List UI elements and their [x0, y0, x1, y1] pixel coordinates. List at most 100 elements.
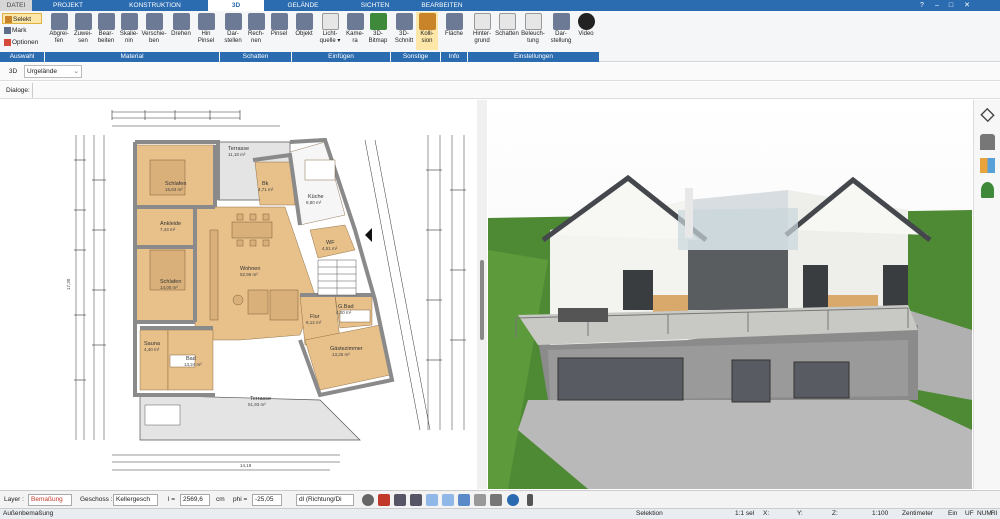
lichtquelle-button[interactable]: Licht-quelle ▾	[318, 12, 342, 45]
room-area-bad: 13,24 m²	[184, 362, 202, 367]
material-catalog-icon[interactable]	[980, 158, 995, 173]
hin-pinsel-button[interactable]: Hin Pinsel	[195, 12, 217, 45]
restore-button[interactable]: □	[946, 1, 956, 10]
dl-select[interactable]: dl (Richtung/Di	[296, 494, 354, 506]
plan-scrollbar[interactable]	[477, 100, 487, 489]
minimize-button[interactable]: –	[932, 1, 942, 10]
scrollbar-thumb[interactable]	[480, 260, 484, 340]
flaeche-button[interactable]: Fläche	[443, 12, 465, 38]
darstellung-label: Dar-stellung	[550, 31, 572, 44]
driveway	[518, 400, 972, 489]
beleuchtung-label: Beleuch-tung	[521, 31, 545, 44]
darstellen-label: Dar-stellen	[224, 31, 242, 44]
zuweisen-button[interactable]: Zuwei-sen	[72, 12, 94, 45]
room-area-gaestezimmer: 13,25 m²	[332, 352, 350, 357]
tab-gelaende[interactable]: GELÄNDE	[275, 0, 331, 11]
glass-roof	[678, 208, 798, 250]
schatten-darstellen-button[interactable]: Dar-stellen	[222, 12, 244, 45]
hintergrund-label: Hinter-grund	[472, 31, 491, 44]
layer-select[interactable]: Bemaßung	[28, 494, 72, 506]
status-x: X:	[763, 510, 770, 517]
north-icon[interactable]	[507, 494, 519, 506]
optionen-button[interactable]: Optionen	[2, 37, 42, 48]
tool-icon-2[interactable]	[410, 494, 422, 506]
abgreifen-button[interactable]: Abgrei-fen	[48, 12, 70, 45]
tool-icon-5[interactable]	[458, 494, 470, 506]
view-mode-label: 3D	[8, 68, 18, 75]
length-input[interactable]: 2569,6	[180, 494, 210, 506]
tab-sichten[interactable]: SICHTEN	[350, 0, 400, 11]
skalieren-label: Skalie-nin	[119, 31, 139, 44]
grid-icon[interactable]	[490, 494, 502, 506]
clock-icon[interactable]	[362, 494, 374, 506]
scale-icon	[120, 13, 138, 30]
group-material: Material	[45, 52, 219, 62]
kamera-button[interactable]: Kame-ra	[344, 12, 366, 45]
screen-icon[interactable]	[378, 494, 390, 506]
lichtquelle-label: Licht-quelle ▾	[319, 31, 341, 44]
plant-catalog-icon[interactable]	[981, 182, 994, 198]
objekt-button[interactable]: Objekt	[293, 12, 315, 38]
phi-input[interactable]: -25,05	[252, 494, 282, 506]
bearbeiten-button[interactable]: Bear-beiten	[95, 12, 117, 45]
house-icon	[473, 13, 491, 30]
video-button[interactable]: Video	[575, 12, 597, 38]
room-area-gbad: 4,00 m²	[336, 310, 352, 315]
more-icon[interactable]	[527, 494, 533, 506]
length-unit: cm	[216, 496, 225, 503]
tool-icon-1[interactable]	[394, 494, 406, 506]
verschieben-button[interactable]: Verschie-ben	[141, 12, 167, 45]
close-button[interactable]: ✕	[962, 1, 972, 10]
schatten-rechnen-button[interactable]: Rech-nen	[245, 12, 267, 45]
schatten-pinsel-button[interactable]: Pinsel	[268, 12, 290, 38]
status-num: NUM	[977, 510, 992, 517]
terrain-select[interactable]: Urgelände ⌄	[24, 65, 82, 78]
hintergrund-button[interactable]: Hinter-grund	[470, 12, 494, 45]
kollision-button[interactable]: Kolli-sion	[416, 12, 438, 50]
layers-icon[interactable]	[980, 107, 995, 123]
objekt-label: Objekt	[295, 31, 313, 37]
selekt-button[interactable]: Selekt	[2, 13, 42, 24]
room-sauna[interactable]	[139, 329, 169, 391]
geschoss-select[interactable]: Kellergesch	[113, 494, 158, 506]
tab-3d[interactable]: 3D	[208, 0, 264, 11]
tab-projekt[interactable]: PROJEKT	[40, 0, 96, 11]
status-hint: Außenbemaßung	[3, 510, 54, 517]
tool-icon-3[interactable]	[426, 494, 438, 506]
tool-icon-4[interactable]	[442, 494, 454, 506]
darstellung-button[interactable]: Dar-stellung	[549, 12, 573, 45]
drehen-button[interactable]: Drehen	[169, 12, 193, 38]
chimney	[685, 188, 693, 238]
beleuchtung-button[interactable]: Beleuch-tung	[521, 12, 545, 45]
shadow-brush-icon	[270, 13, 288, 30]
3d-bitmap-button[interactable]: 3D- Bitmap	[367, 12, 389, 45]
chair-catalog-icon[interactable]	[980, 134, 995, 150]
arrow-icon	[365, 228, 372, 242]
basement-door	[731, 359, 771, 403]
room-bk[interactable]	[254, 161, 296, 206]
phi-label: phi =	[233, 496, 248, 503]
floor-plan-view[interactable]: Schlafen 15,63 m² Ankleide 7,43 m² Schla…	[0, 100, 476, 489]
tab-datei[interactable]: DATEI	[0, 0, 32, 11]
garage-door-1	[557, 357, 684, 401]
tool-icon-6[interactable]	[474, 494, 486, 506]
3d-schnitt-button[interactable]: 3D- Schnitt	[393, 12, 415, 45]
schatten-settings-button[interactable]: Schatten	[495, 12, 519, 38]
mark-button[interactable]: Mark	[2, 25, 42, 36]
view-toolbar: 3D Urgelände ⌄	[0, 63, 1000, 81]
section-icon	[395, 13, 413, 30]
group-sonstige: Sonstige	[391, 52, 440, 62]
room-area-bk: 4,71 m²	[258, 187, 274, 192]
kollision-label: Kolli-sion	[420, 31, 434, 44]
floor-plan-svg[interactable]: Schlafen 15,63 m² Ankleide 7,43 m² Schla…	[0, 100, 476, 489]
geschoss-select-value: Kellergesch	[116, 496, 150, 503]
tab-konstruktion[interactable]: KONSTRUKTION	[120, 0, 190, 11]
3d-view[interactable]	[488, 100, 972, 489]
skalieren-button[interactable]: Skalie-nin	[118, 12, 140, 45]
house-shadow-icon	[498, 13, 516, 30]
3d-view-svg[interactable]	[488, 100, 972, 489]
help-icon[interactable]: ?	[917, 1, 927, 10]
tab-bearbeiten[interactable]: BEARBEITEN	[410, 0, 474, 11]
geschoss-label: Geschoss :	[80, 496, 113, 503]
room-area-sauna: 4,40 m²	[144, 347, 160, 352]
